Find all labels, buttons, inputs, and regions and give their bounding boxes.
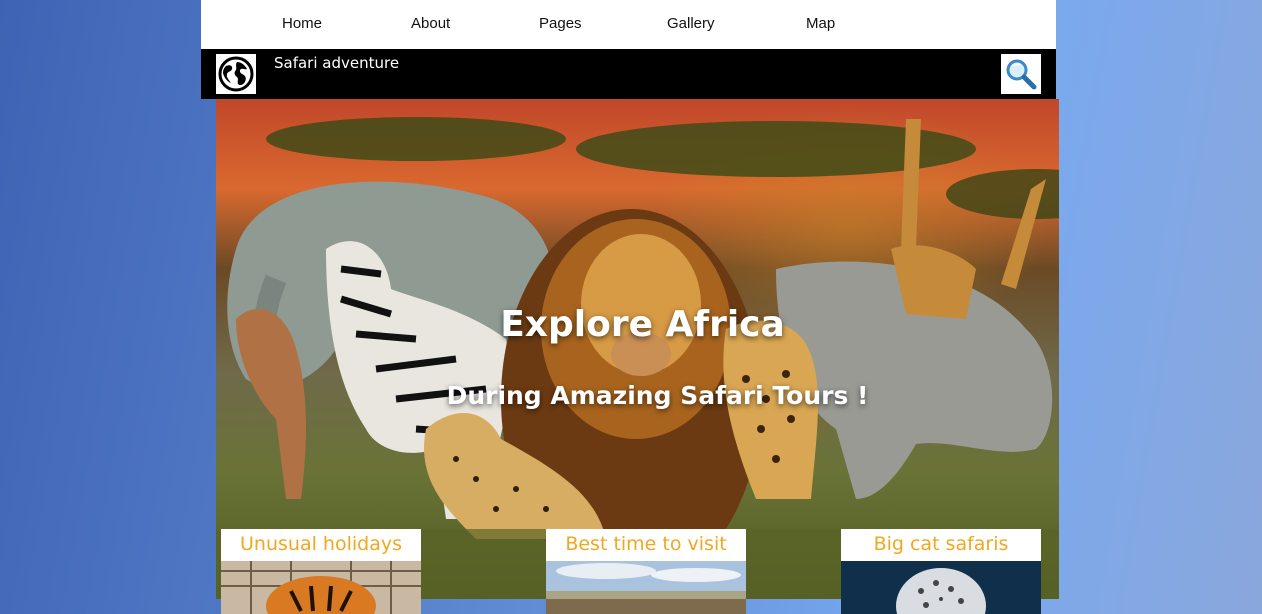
savanna-image — [546, 561, 746, 614]
card-title[interactable]: Big cat safaris — [841, 529, 1041, 561]
hero-banner: Explore Africa During Amazing Safari Tou… — [216, 99, 1059, 599]
magnifier-icon — [1006, 59, 1037, 90]
globe-icon — [218, 56, 254, 92]
nav-about[interactable]: About — [411, 15, 450, 32]
hero-headline: Explore Africa — [500, 304, 785, 345]
card-best-time-to-visit[interactable]: Best time to visit — [546, 529, 746, 614]
card-title[interactable]: Unusual holidays — [221, 529, 421, 561]
nav-home[interactable]: Home — [282, 15, 322, 32]
safari-animals-image — [216, 117, 1059, 599]
nav-pages[interactable]: Pages — [539, 15, 582, 32]
header-bar: Safari adventure — [201, 49, 1056, 99]
nav-map[interactable]: Map — [806, 15, 835, 32]
hero-subheadline: During Amazing Safari Tours ! — [446, 381, 869, 410]
card-unusual-holidays[interactable]: Unusual holidays — [221, 529, 421, 614]
card-big-cat-safaris[interactable]: Big cat safaris — [841, 529, 1041, 614]
nav-gallery[interactable]: Gallery — [667, 15, 715, 32]
main-nav: Home About Pages Gallery Map — [201, 0, 1056, 49]
site-logo[interactable] — [216, 54, 256, 94]
search-button[interactable] — [1001, 54, 1041, 94]
tiger-image — [221, 561, 421, 614]
snow-leopard-image — [841, 561, 1041, 614]
site-title[interactable]: Safari adventure — [274, 54, 399, 72]
card-title[interactable]: Best time to visit — [546, 529, 746, 561]
